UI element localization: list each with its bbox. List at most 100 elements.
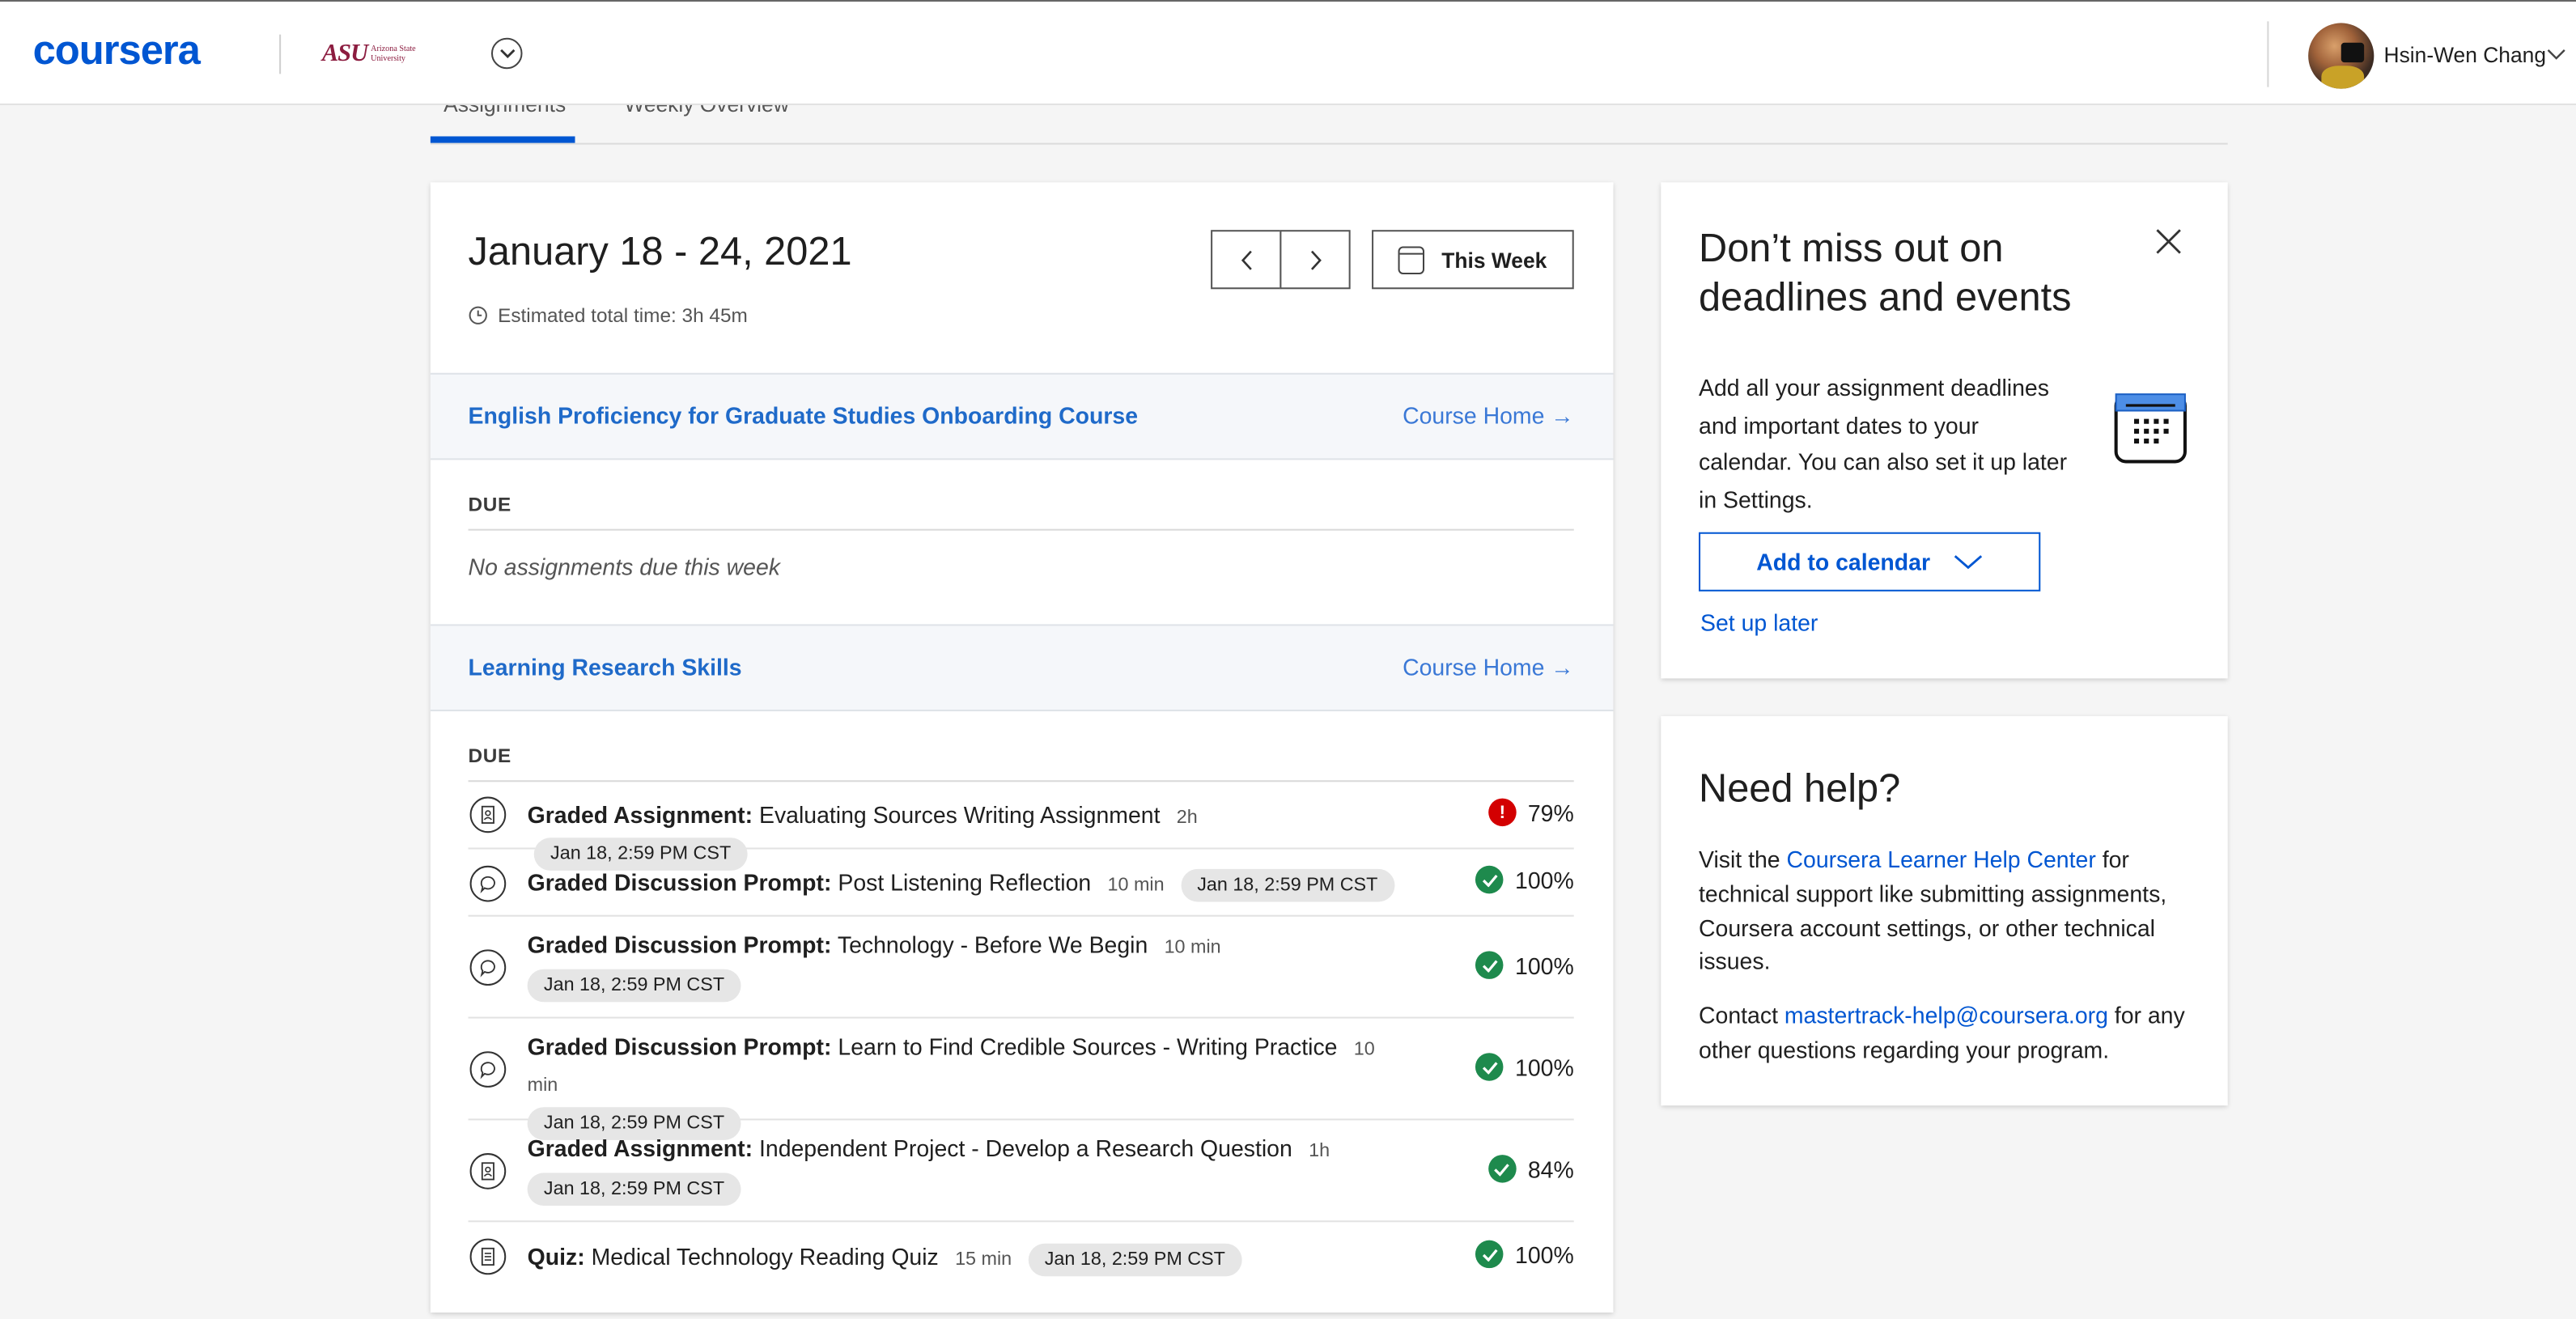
assignment-duration: 10 min [1107,875,1165,896]
contact-text: Contact [1699,1002,1785,1028]
contact-paragraph: Contact mastertrack-help@coursera.org fo… [1699,999,2192,1067]
graded-assignment-icon [469,796,507,833]
support-email-link[interactable]: mastertrack-help@coursera.org [1785,1002,2108,1028]
assignment-type: Graded Discussion Prompt: [527,931,832,958]
week-navigation [1211,230,1351,290]
calendar-promo-title: Don’t miss out on deadlines and events [1699,227,2072,320]
assignment-title[interactable]: Medical Technology Reading Quiz [592,1244,939,1270]
assignment-type: Graded Assignment: [527,801,753,829]
assignment-row[interactable]: Quiz: Medical Technology Reading Quiz 15 … [469,1222,1574,1289]
calendar-promo-card: Don’t miss out on deadlines and events A… [1661,182,2228,679]
empty-assignments-message: No assignments due this week [468,553,780,580]
username[interactable]: Hsin-Wen Chang [2384,43,2546,67]
warning-icon: ! [1488,798,1517,827]
discussion-icon [469,1051,507,1088]
add-to-calendar-button[interactable]: Add to calendar [1699,532,2041,592]
assignment-info: Graded Assignment: Independent Project -… [527,1132,1418,1207]
assignment-type: Graded Assignment: [527,1135,753,1162]
grade-value: 100% [1515,866,1574,893]
page-tabs: Assignments Weekly Overview [430,105,2228,145]
help-center-link[interactable]: Coursera Learner Help Center [1786,846,2095,872]
active-tab-indicator [430,136,575,143]
due-label: DUE [468,744,511,768]
discussion-icon [469,949,507,986]
this-week-label: This Week [1441,247,1547,272]
course-name-link[interactable]: English Proficiency for Graduate Studies… [469,402,1138,428]
help-card: Need help? Visit the Coursera Learner He… [1661,716,2228,1106]
help-text: Visit the [1699,846,1787,872]
assignment-duration: 2h [1176,808,1198,829]
assignment-row[interactable]: Graded Discussion Prompt: Technology - B… [468,917,1574,1019]
chevron-down-icon[interactable] [2547,48,2566,61]
coursera-logo[interactable]: coursera [33,28,201,76]
course-home-link[interactable]: Course Home → [1403,654,1574,680]
course-name-link[interactable]: Learning Research Skills [469,654,742,680]
calendar-promo-description: Add all your assignment deadlines and im… [1699,374,2068,512]
assignment-title[interactable]: Learn to Find Credible Sources - Writing… [838,1033,1337,1059]
app-root: coursera ASU Arizona State University Hs… [0,0,2576,1319]
close-icon[interactable] [2154,227,2183,257]
checkmark-icon [1475,865,1504,894]
checkmark-icon [1488,1155,1517,1183]
tab-weekly-overview[interactable]: Weekly Overview [624,105,788,117]
assignment-info: Quiz: Medical Technology Reading Quiz 15 … [528,1241,1418,1277]
help-paragraph: Visit the Coursera Learner Help Center f… [1699,842,2192,979]
asu-logo[interactable]: ASU Arizona State University [322,41,447,70]
due-divider [468,528,1574,531]
due-date-badge: Jan 18, 2:59 PM CST [527,969,741,1003]
estimated-time-text: Estimated total time: 3h 45m [498,303,748,327]
discussion-icon [469,865,507,902]
assignment-grade: 100% [1475,951,1574,979]
calendar-illustration-icon [2114,393,2187,464]
assignment-row[interactable]: Graded Discussion Prompt: Learn to Find … [468,1019,1574,1140]
this-week-button[interactable]: This Week [1372,230,1574,290]
grade-value: 100% [1515,952,1574,978]
checkmark-icon [1475,951,1504,979]
checkmark-icon [1475,1240,1504,1269]
top-navigation-bar: coursera ASU Arizona State University Hs… [0,0,2576,105]
assignment-title[interactable]: Technology - Before We Begin [838,931,1148,957]
chevron-down-icon [1954,555,1982,570]
assignment-type: Graded Discussion Prompt: [527,1033,832,1060]
due-date-badge: Jan 18, 2:59 PM CST [1028,1243,1242,1277]
assignment-grade: 100% [1475,1240,1574,1269]
tab-assignments[interactable]: Assignments [443,105,566,117]
avatar[interactable] [2308,23,2374,89]
assignment-row[interactable]: Graded Discussion Prompt: Post Listening… [468,850,1574,917]
assignment-title[interactable]: Independent Project - Develop a Research… [759,1135,1292,1161]
asu-logo-text: Arizona State University [371,45,416,64]
due-date-badge: Jan 18, 2:59 PM CST [527,1173,741,1207]
assignment-grade: ! 79% [1488,798,1574,827]
assignment-grade: 100% [1475,865,1574,894]
calendar-icon [1398,245,1425,274]
assignment-type: Graded Discussion Prompt: [527,868,832,896]
assignment-title[interactable]: Post Listening Reflection [838,869,1091,895]
course-header: Learning Research Skills Course Home → [430,624,1614,711]
assignment-grade: 84% [1488,1155,1574,1183]
estimated-time: Estimated total time: 3h 45m [469,304,748,327]
chevron-left-icon [1240,249,1251,269]
next-week-button[interactable] [1280,230,1351,290]
graded-assignment-icon [469,1153,507,1190]
assignment-title[interactable]: Evaluating Sources Writing Assignment [759,802,1161,828]
add-to-calendar-label: Add to calendar [1756,549,1931,575]
chevron-down-icon [499,49,515,59]
deadlines-card: January 18 - 24, 2021 Estimated total ti… [430,182,1614,1313]
program-switcher-button[interactable] [490,37,523,70]
assignment-type: Quiz: [527,1243,585,1270]
previous-week-button[interactable] [1211,230,1282,290]
assignment-duration: 1h [1309,1141,1330,1162]
course-home-link[interactable]: Course Home → [1403,402,1574,428]
assignment-grade: 100% [1475,1053,1574,1081]
asu-logo-mark: ASU [321,40,368,68]
help-title: Need help? [1699,767,1901,812]
clock-icon [469,306,487,324]
assignment-row[interactable]: Graded Assignment: Independent Project -… [468,1120,1574,1223]
set-up-later-link[interactable]: Set up later [1700,609,1818,635]
quiz-icon [469,1238,507,1275]
grade-value: 79% [1527,799,1574,826]
assignment-row[interactable]: Graded Assignment: Evaluating Sources Wr… [468,782,1574,871]
due-date-badge: Jan 18, 2:59 PM CST [1180,868,1394,902]
week-title: January 18 - 24, 2021 [468,230,852,275]
grade-value: 84% [1527,1156,1574,1182]
